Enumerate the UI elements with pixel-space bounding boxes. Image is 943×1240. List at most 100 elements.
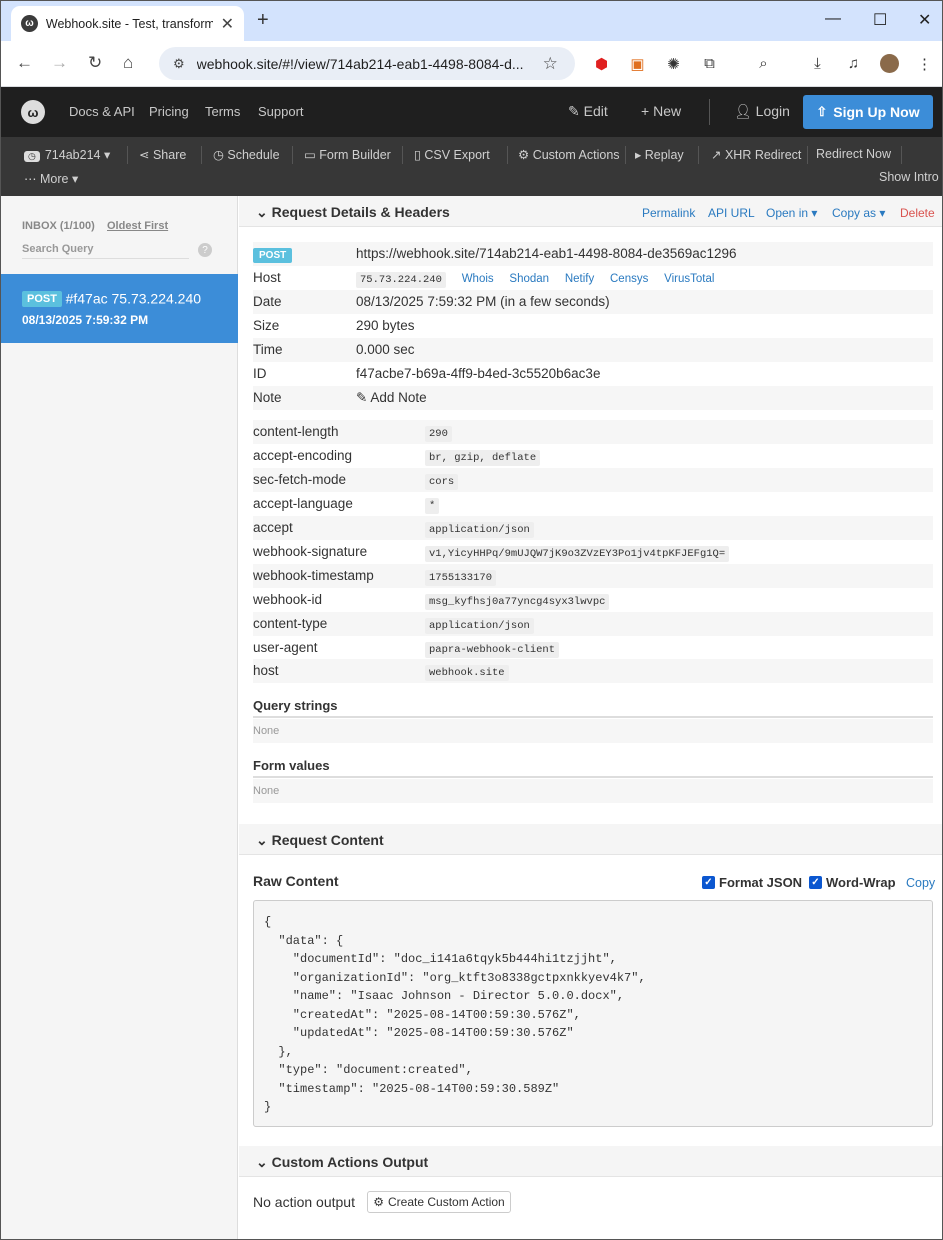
reload-icon[interactable]: ↻ — [88, 53, 102, 73]
format-json-label: Format JSON — [719, 875, 803, 890]
request-label: #f47ac 75.73.224.240 — [65, 290, 202, 307]
header-value: br, gzip, deflate — [425, 450, 541, 466]
more-dropdown[interactable]: ⋯ More ▾ — [24, 171, 78, 186]
netify-link[interactable]: Netify — [565, 273, 594, 285]
token-label: 714ab214 — [44, 148, 101, 162]
adblock-extension-icon[interactable]: ⬢ — [592, 54, 611, 73]
divider — [625, 146, 626, 164]
copy-raw-link[interactable]: Copy — [906, 876, 935, 890]
token-dropdown[interactable]: ◷ 714ab214 ▾ — [24, 147, 110, 162]
puzzle-extension-icon[interactable]: ⧉ — [700, 54, 719, 73]
csv-export-button[interactable]: ▯ CSV Export — [414, 147, 490, 162]
virustotal-link[interactable]: VirusTotal — [664, 273, 714, 285]
menu-dots-icon[interactable]: ⋮ — [915, 54, 934, 73]
header-key: sec-fetch-mode — [253, 472, 347, 487]
request-details-header[interactable]: ⌄ Request Details & Headers Permalink AP… — [239, 196, 942, 227]
delete-link[interactable]: Delete — [900, 206, 935, 220]
word-wrap-checkbox[interactable]: ✓ Word-Wrap — [809, 875, 896, 890]
request-content-header[interactable]: ⌄ Request Content — [239, 824, 942, 855]
sort-oldest-first[interactable]: Oldest First — [107, 220, 168, 232]
share-button[interactable]: ⋖ Share — [139, 147, 186, 162]
create-custom-action-button[interactable]: ⚙ Create Custom Action — [367, 1191, 511, 1213]
api-url-link[interactable]: API URL — [708, 206, 755, 220]
new-button[interactable]: + New — [641, 103, 681, 119]
nav-pricing[interactable]: Pricing — [149, 104, 189, 119]
browser-window: ω Webhook.site - Test, transform an ✕ + … — [0, 0, 943, 1240]
size-label: Size — [253, 318, 280, 333]
method-badge: POST — [22, 290, 62, 307]
header-key: webhook-signature — [253, 544, 368, 559]
back-icon[interactable]: ← — [16, 53, 33, 73]
request-url-link[interactable]: https://webhook.site/714ab214-eab1-4498-… — [356, 246, 737, 261]
minimize-icon[interactable]: — — [825, 10, 841, 28]
add-note-label: Add Note — [370, 390, 427, 405]
help-icon[interactable]: ? — [198, 243, 212, 257]
nav-support[interactable]: Support — [258, 104, 304, 119]
divider — [901, 146, 902, 164]
open-in-dropdown[interactable]: Open in ▾ — [766, 206, 817, 220]
bookmark-star-icon[interactable]: ☆ — [543, 54, 558, 74]
divider — [292, 146, 293, 164]
header-row: content-length 290 — [253, 420, 933, 444]
browser-tab[interactable]: ω Webhook.site - Test, transform an ✕ — [11, 6, 244, 41]
profile-avatar[interactable] — [880, 54, 899, 73]
open-in-label: Open in — [766, 206, 809, 220]
new-tab-icon[interactable]: + — [257, 9, 269, 32]
media-control-icon[interactable]: ♫ — [844, 54, 863, 73]
custom-actions-label: Custom Actions — [532, 148, 620, 162]
nav-docs-api[interactable]: Docs & API — [69, 104, 135, 119]
chevron-down-icon: ⌄ — [256, 204, 272, 220]
sun-extension-icon[interactable]: ✺ — [664, 54, 683, 73]
censys-link[interactable]: Censys — [610, 273, 648, 285]
header-key: webhook-timestamp — [253, 568, 374, 583]
host-label: Host — [253, 270, 281, 285]
forward-icon[interactable]: → — [51, 53, 68, 73]
webhook-logo-icon[interactable]: ω — [21, 100, 45, 124]
color-extension-icon[interactable]: ▣ — [628, 54, 647, 73]
add-note-link[interactable]: ✎ Add Note — [356, 390, 427, 406]
close-window-icon[interactable]: ✕ — [918, 10, 931, 30]
tab-search-icon[interactable]: ⌕ — [754, 54, 773, 73]
header-value: webhook.site — [425, 665, 509, 681]
replay-button[interactable]: ▸ Replay — [635, 147, 684, 162]
nav-terms[interactable]: Terms — [205, 104, 240, 119]
header-row: webhook-id msg_kyfhsj0a77yncg4syx3lwvpc — [253, 588, 933, 612]
date-row: Date 08/13/2025 7:59:32 PM (in a few sec… — [253, 290, 933, 314]
home-icon[interactable]: ⌂ — [123, 53, 133, 73]
app-navbar: ω Docs & API Pricing Terms Support ✎ Edi… — [1, 87, 942, 137]
permalink-link[interactable]: Permalink — [642, 206, 695, 220]
site-info-icon[interactable]: ⚙ — [173, 56, 185, 72]
close-tab-icon[interactable]: ✕ — [221, 14, 234, 34]
edit-button[interactable]: ✎ Edit — [568, 103, 608, 120]
note-row: Note ✎ Add Note — [253, 386, 933, 410]
custom-actions-button[interactable]: ⚙ Custom Actions — [518, 147, 620, 162]
redirect-now-button[interactable]: Redirect Now — [816, 147, 891, 161]
custom-actions-output-title: ⌄ Custom Actions Output — [256, 1154, 428, 1171]
copy-as-dropdown[interactable]: Copy as ▾ — [832, 206, 885, 220]
login-button[interactable]: 👤︎ Login — [734, 103, 790, 120]
request-content-title-text: Request Content — [271, 832, 384, 848]
sign-up-button[interactable]: ⇧ Sign Up Now — [803, 95, 933, 129]
header-row: sec-fetch-mode cors — [253, 468, 933, 492]
format-json-checkbox[interactable]: ✓ Format JSON — [702, 875, 802, 890]
request-list-item[interactable]: POST #f47ac 75.73.224.240 08/13/2025 7:5… — [1, 274, 238, 343]
header-row: content-type application/json — [253, 612, 933, 636]
replay-label: Replay — [644, 148, 684, 162]
url-text[interactable]: webhook.site/#!/view/714ab214-eab1-4498-… — [197, 56, 533, 72]
xhr-redirect-button[interactable]: ↗ XHR Redirect — [711, 147, 801, 162]
download-icon[interactable]: ⤓ — [808, 54, 827, 73]
schedule-button[interactable]: ◷ Schedule — [213, 147, 280, 162]
shodan-link[interactable]: Shodan — [509, 273, 549, 285]
search-input[interactable] — [22, 240, 189, 259]
custom-actions-output-header[interactable]: ⌄ Custom Actions Output — [239, 1146, 942, 1177]
form-builder-button[interactable]: ▭ Form Builder — [304, 147, 391, 162]
divider — [127, 146, 128, 164]
maximize-icon[interactable]: ☐ — [873, 10, 887, 30]
show-intro-button[interactable]: Show Intro — [879, 170, 939, 184]
whois-link[interactable]: Whois — [462, 273, 494, 285]
divider — [807, 146, 808, 164]
sign-up-label: Sign Up Now — [833, 104, 920, 120]
header-key: content-length — [253, 424, 339, 439]
raw-content-body[interactable]: { "data": { "documentId": "doc_i141a6tqy… — [253, 900, 933, 1127]
address-bar[interactable]: ⚙ webhook.site/#!/view/714ab214-eab1-449… — [159, 47, 575, 80]
